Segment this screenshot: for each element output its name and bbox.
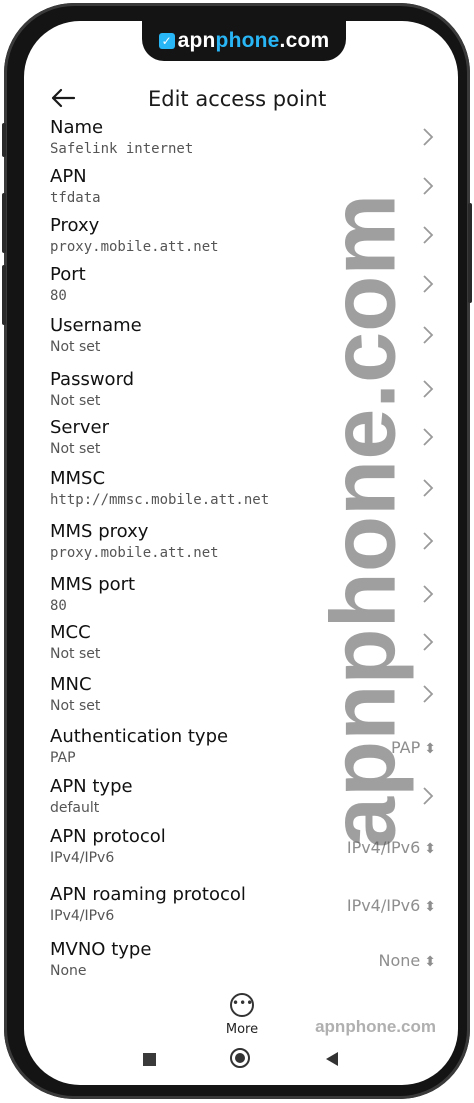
side-button-right xyxy=(468,203,472,303)
back-arrow-icon[interactable] xyxy=(50,85,80,115)
apn-field-mnc[interactable]: MNC Not set xyxy=(24,674,458,722)
chevron-right-icon xyxy=(422,379,434,404)
phone-frame: ✓ apnphone.com Edit access point Name Saf… xyxy=(2,3,472,1099)
field-label: Port xyxy=(50,264,86,285)
side-button-left-2 xyxy=(2,193,6,253)
field-value: 80 xyxy=(50,288,67,304)
field-dropdown[interactable]: IPv4/IPv6 ⬍ xyxy=(347,896,436,915)
up-down-chevron-icon: ⬍ xyxy=(424,741,436,757)
apn-field-server[interactable]: Server Not set xyxy=(24,417,458,465)
field-value: proxy.mobile.att.net xyxy=(50,239,219,255)
chevron-right-icon xyxy=(422,584,434,609)
field-dropdown[interactable]: None ⬍ xyxy=(379,951,436,970)
dropdown-selected-value: IPv4/IPv6 xyxy=(346,896,421,915)
chevron-right-icon xyxy=(422,225,434,250)
apn-field-password[interactable]: Password Not set xyxy=(24,369,458,417)
apn-field-authentication-type[interactable]: Authentication type PAP PAP ⬍ xyxy=(24,726,458,774)
field-label: MNC xyxy=(50,674,92,695)
field-label: MMSC xyxy=(50,468,106,489)
up-down-chevron-icon: ⬍ xyxy=(424,841,436,857)
chevron-right-icon xyxy=(422,427,434,452)
field-label: MCC xyxy=(50,622,91,643)
chevron-right-icon xyxy=(422,274,434,299)
field-value: tfdata xyxy=(50,190,101,206)
apn-field-proxy[interactable]: Proxy proxy.mobile.att.net xyxy=(24,215,458,263)
more-dots-icon: ••• xyxy=(230,993,254,1017)
chevron-right-icon xyxy=(422,786,434,811)
chevron-right-icon xyxy=(422,176,434,201)
field-value: proxy.mobile.att.net xyxy=(50,545,219,561)
field-label: Server xyxy=(50,417,110,438)
apn-field-username[interactable]: Username Not set xyxy=(24,315,458,363)
more-label: More xyxy=(225,1022,259,1037)
field-value: Not set xyxy=(50,646,101,662)
field-label: APN protocol xyxy=(50,826,166,847)
page-title: Edit access point xyxy=(148,87,327,111)
field-label: Username xyxy=(50,315,142,336)
field-label: MVNO type xyxy=(50,939,152,960)
field-value: PAP xyxy=(50,750,76,766)
back-triangle-icon[interactable] xyxy=(326,1052,338,1066)
system-navbar xyxy=(24,1048,458,1073)
side-button-left-3 xyxy=(2,265,6,325)
field-label: Authentication type xyxy=(50,726,229,747)
apn-field-name[interactable]: Name Safelink internet xyxy=(24,117,458,165)
dropdown-selected-value: PAP xyxy=(391,738,421,757)
field-label: Name xyxy=(50,117,104,138)
chevron-right-icon xyxy=(422,127,434,152)
more-button[interactable]: ••• More xyxy=(220,993,264,1037)
apn-field-mmsc[interactable]: MMSC http://mmsc.mobile.att.net xyxy=(24,468,458,516)
field-value: 80 xyxy=(50,598,67,614)
chevron-right-icon xyxy=(422,531,434,556)
chevron-right-icon xyxy=(422,478,434,503)
field-value: None xyxy=(50,963,87,979)
brand-logo: apnphone.com xyxy=(177,29,330,52)
field-label: MMS port xyxy=(50,574,136,595)
apn-field-apn-type[interactable]: APN type default xyxy=(24,776,458,824)
apn-field-mvno-type[interactable]: MVNO type None None ⬍ xyxy=(24,939,458,987)
field-value: http://mmsc.mobile.att.net xyxy=(50,492,270,508)
field-label: Proxy xyxy=(50,215,100,236)
field-label: Password xyxy=(50,369,135,390)
home-circle-icon[interactable] xyxy=(230,1048,250,1068)
field-dropdown[interactable]: IPv4/IPv6 ⬍ xyxy=(347,838,436,857)
apn-field-port[interactable]: Port 80 xyxy=(24,264,458,312)
field-value: Not set xyxy=(50,698,101,714)
field-label: APN xyxy=(50,166,87,187)
apn-field-mms-port[interactable]: MMS port 80 xyxy=(24,574,458,622)
field-value: default xyxy=(50,800,100,816)
field-value: IPv4/IPv6 xyxy=(50,850,115,866)
dropdown-selected-value: IPv4/IPv6 xyxy=(346,838,421,857)
field-value: Not set xyxy=(50,441,101,457)
up-down-chevron-icon: ⬍ xyxy=(424,954,436,970)
field-label: MMS proxy xyxy=(50,521,149,542)
field-value: Not set xyxy=(50,393,101,409)
apn-field-mcc[interactable]: MCC Not set xyxy=(24,622,458,670)
side-button-left-1 xyxy=(2,123,6,157)
field-value: Not set xyxy=(50,339,101,355)
apn-field-mms-proxy[interactable]: MMS proxy proxy.mobile.att.net xyxy=(24,521,458,569)
dropdown-selected-value: None xyxy=(378,951,421,970)
watermark-footer: apnphone.com xyxy=(315,1017,436,1036)
chevron-right-icon xyxy=(422,632,434,657)
field-value: Safelink internet xyxy=(50,141,194,157)
screen: ✓ apnphone.com Edit access point Name Saf… xyxy=(24,21,458,1085)
apn-field-apn[interactable]: APN tfdata xyxy=(24,166,458,214)
field-value: IPv4/IPv6 xyxy=(50,908,115,924)
check-icon: ✓ xyxy=(158,33,175,49)
recents-square-icon[interactable] xyxy=(143,1053,156,1066)
apn-field-apn-roaming-protocol[interactable]: APN roaming protocol IPv4/IPv6 IPv4/IPv6 ⬍ xyxy=(24,884,458,932)
up-down-chevron-icon: ⬍ xyxy=(424,899,436,915)
apn-field-apn-protocol[interactable]: APN protocol IPv4/IPv6 IPv4/IPv6 ⬍ xyxy=(24,826,458,874)
field-label: APN roaming protocol xyxy=(50,884,246,905)
field-label: APN type xyxy=(50,776,133,797)
notch-brand: ✓ apnphone.com xyxy=(142,21,346,61)
chevron-right-icon xyxy=(422,684,434,709)
chevron-right-icon xyxy=(422,325,434,350)
field-dropdown[interactable]: PAP ⬍ xyxy=(391,738,436,757)
